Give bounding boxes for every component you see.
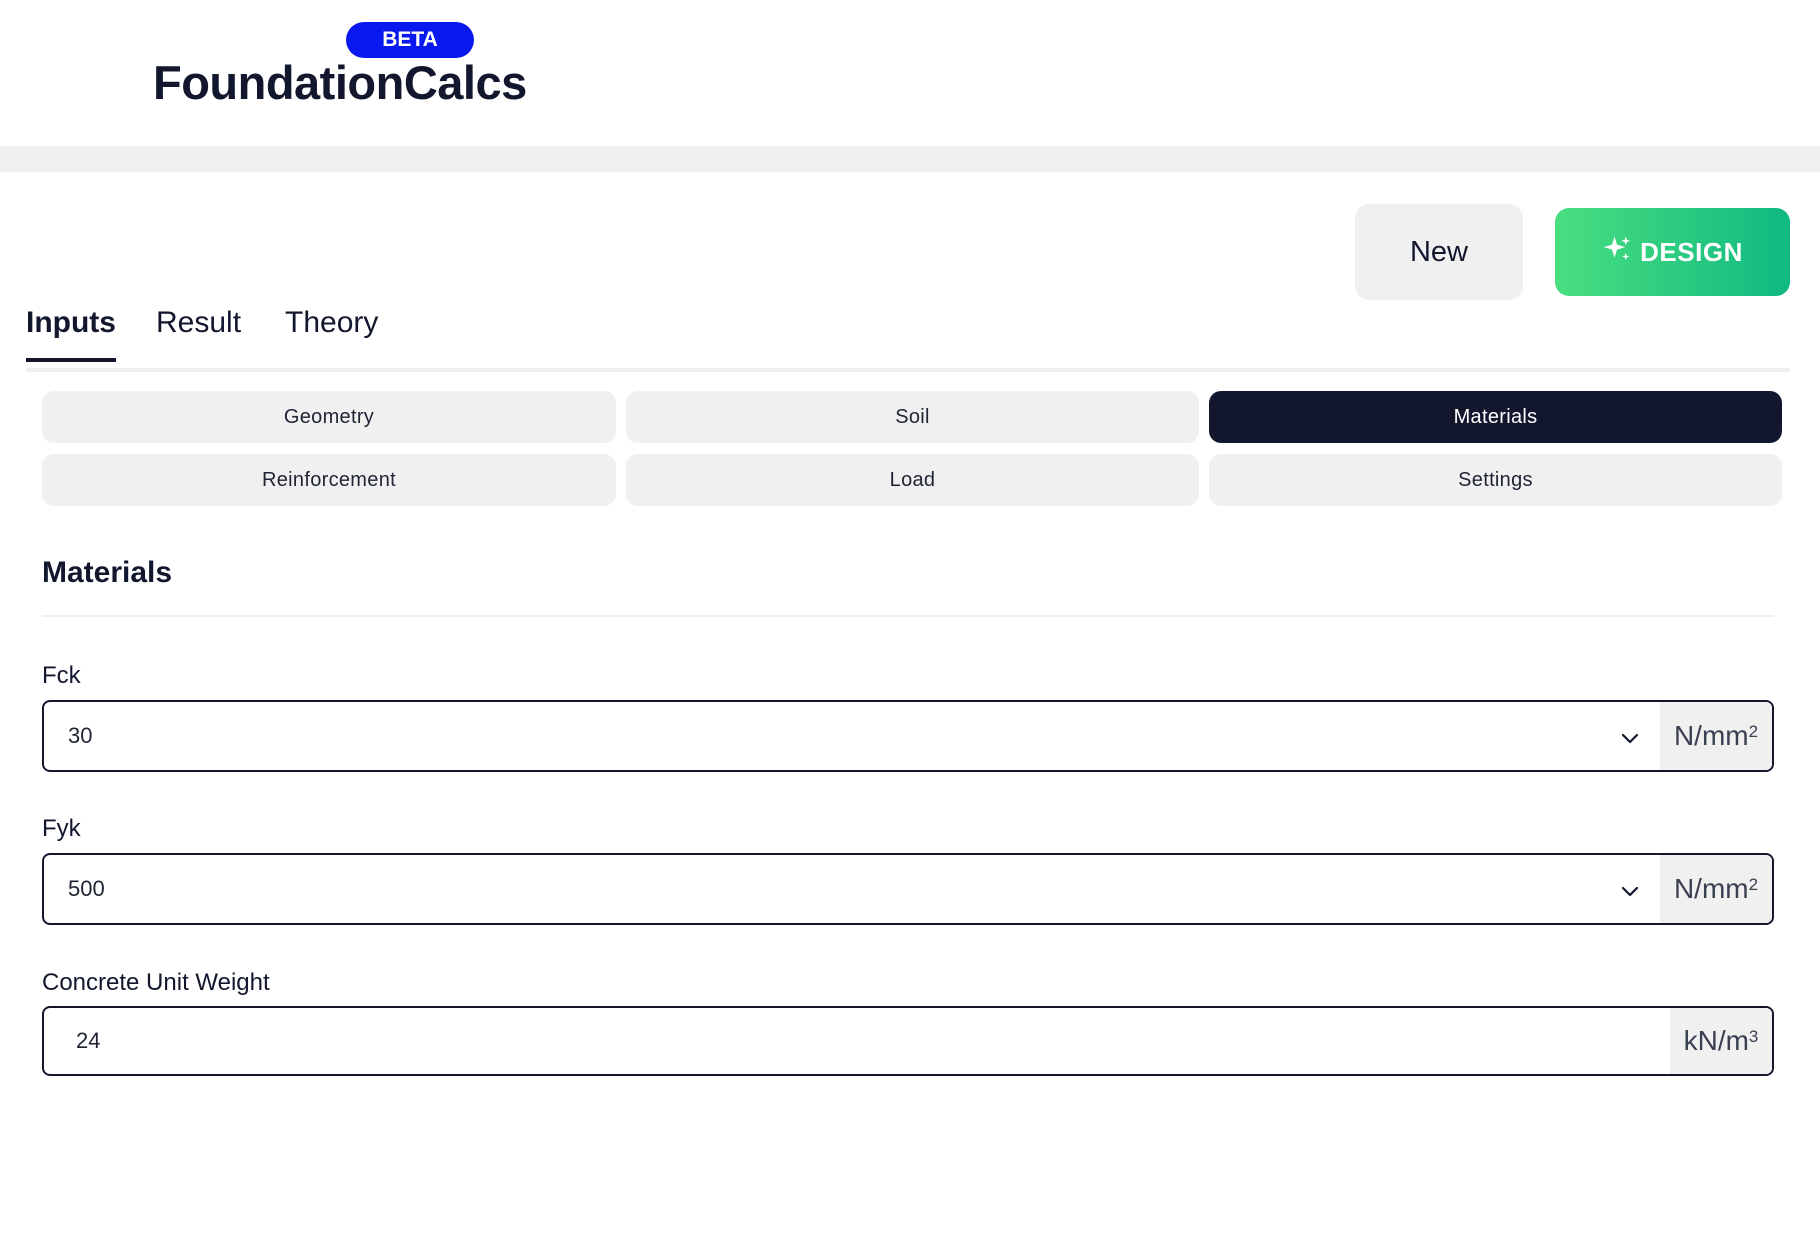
fyk-label: Fyk bbox=[42, 815, 81, 842]
tab-inputs[interactable]: Inputs bbox=[26, 306, 116, 362]
tab-theory[interactable]: Theory bbox=[285, 306, 378, 358]
subtab-reinforcement[interactable]: Reinforcement bbox=[42, 454, 616, 506]
section-title: Materials bbox=[42, 556, 173, 589]
fck-unit: N/mm 2 bbox=[1660, 702, 1772, 770]
sparkle-icon bbox=[1602, 234, 1632, 271]
tab-result[interactable]: Result bbox=[156, 306, 241, 358]
app-header: FoundationCalcs BETA bbox=[0, 0, 1820, 146]
unit-weight-unit: kN/m 3 bbox=[1670, 1008, 1772, 1074]
beta-badge: BETA bbox=[346, 22, 474, 58]
subtab-load[interactable]: Load bbox=[626, 454, 1199, 506]
subtab-materials[interactable]: Materials bbox=[1209, 391, 1782, 443]
fck-value: 30 bbox=[68, 723, 93, 748]
section-divider bbox=[42, 615, 1774, 617]
main-tab-bar: Inputs Result Theory bbox=[26, 300, 1790, 372]
unit-weight-label: Concrete Unit Weight bbox=[42, 969, 270, 996]
fyk-select[interactable]: 500 N/mm 2 bbox=[42, 853, 1774, 925]
header-divider-band bbox=[0, 146, 1820, 172]
unit-weight-value[interactable]: 24 bbox=[76, 1008, 100, 1074]
fck-label: Fck bbox=[42, 662, 81, 689]
chevron-down-icon[interactable] bbox=[1618, 879, 1642, 903]
subtab-soil[interactable]: Soil bbox=[626, 391, 1199, 443]
design-button-label: DESIGN bbox=[1640, 236, 1743, 267]
fyk-value: 500 bbox=[68, 876, 105, 901]
fyk-unit: N/mm 2 bbox=[1660, 855, 1772, 923]
design-button[interactable]: DESIGN bbox=[1555, 208, 1790, 296]
chevron-down-icon[interactable] bbox=[1618, 726, 1642, 750]
subtab-geometry[interactable]: Geometry bbox=[42, 391, 616, 443]
new-button[interactable]: New bbox=[1355, 204, 1523, 300]
fck-select[interactable]: 30 N/mm 2 bbox=[42, 700, 1774, 772]
app-logo[interactable]: FoundationCalcs bbox=[153, 55, 527, 110]
unit-weight-input[interactable]: 24 kN/m 3 bbox=[42, 1006, 1774, 1076]
subtab-settings[interactable]: Settings bbox=[1209, 454, 1782, 506]
